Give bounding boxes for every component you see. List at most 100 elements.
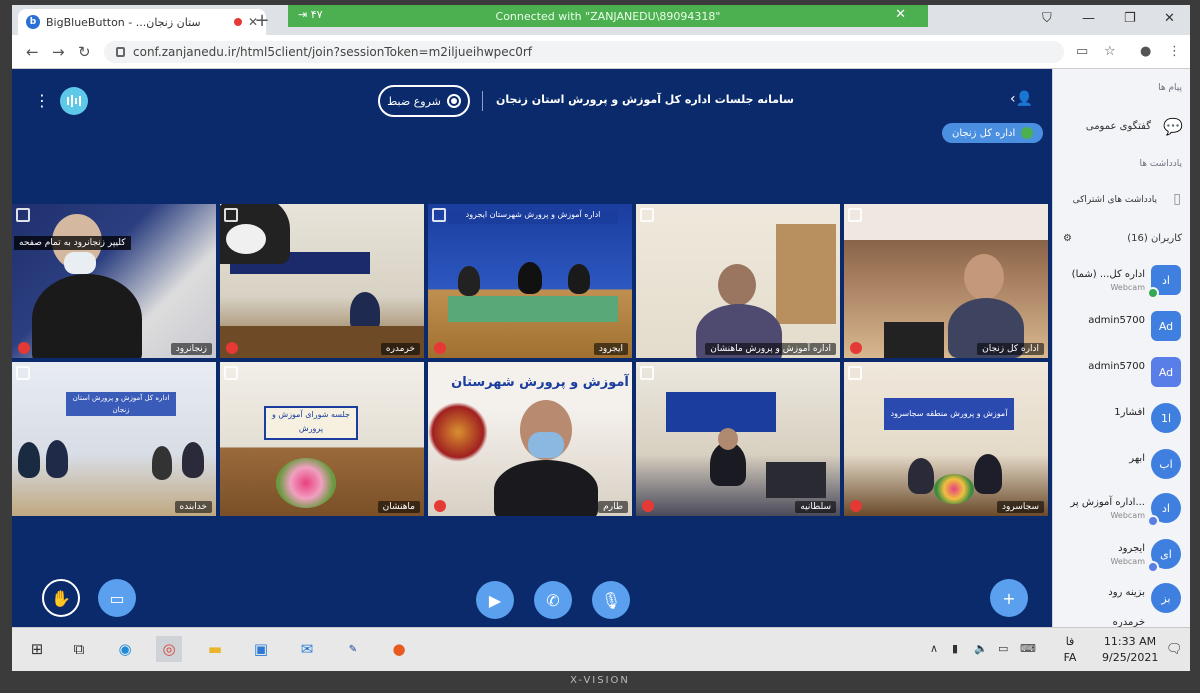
user-list-item[interactable]: اد اداره کل... (شما) Webcam <box>1057 261 1187 305</box>
shared-notes-item[interactable]: یادداشت های اشتراکی ▯ <box>1053 187 1190 213</box>
user-name: admin5700 <box>1088 315 1145 326</box>
hand-icon: ✋ <box>51 588 71 608</box>
restore-icon[interactable]: ❐ <box>1124 11 1136 26</box>
url-text: conf.zanjanedu.ir/html5client/join?sessi… <box>133 45 533 59</box>
start-recording-button[interactable]: شروع ضبط <box>378 85 470 117</box>
tile-name: زنجانرود <box>170 343 212 355</box>
store-icon[interactable]: ▣ <box>248 636 274 662</box>
profile-icon[interactable]: ● <box>1140 44 1151 59</box>
fullscreen-icon[interactable] <box>848 208 862 222</box>
presenter-name: اداره کل زنجان <box>952 127 1016 139</box>
fullscreen-icon[interactable] <box>224 366 238 380</box>
tile-name: اداره آموزش و پرورش ماهنشان <box>705 343 836 355</box>
user-list-item[interactable]: Ad admin5700 <box>1057 353 1187 397</box>
video-tile[interactable]: آموزش و پرورش منطقه سجاسرود سجاسرود <box>844 362 1048 516</box>
header-divider <box>482 91 483 111</box>
fullscreen-icon[interactable] <box>432 208 446 222</box>
task-view-icon[interactable]: ⧉ <box>66 636 92 662</box>
firefox-icon[interactable]: ● <box>386 636 412 662</box>
video-tile[interactable]: اداره کل آموزش و پرورش استان زنجان خدابن… <box>12 362 216 516</box>
user-avatar: ای <box>1147 539 1181 573</box>
video-tile[interactable]: سلطانیه <box>636 362 840 516</box>
raise-hand-button[interactable]: ✋ <box>42 579 80 617</box>
user-list-item[interactable]: ای ایجرود Webcam <box>1057 535 1187 579</box>
public-chat-item[interactable]: گفتگوی عمومی 💬 <box>1053 115 1190 141</box>
presenter-badge[interactable]: اداره کل زنجان <box>942 123 1044 143</box>
tile-banner: آموزش و پرورش شهرستان طارم <box>448 368 632 420</box>
mic-status-icon <box>1147 287 1159 299</box>
fullscreen-icon[interactable] <box>640 366 654 380</box>
edge-browser-icon[interactable]: ◉ <box>112 636 138 662</box>
toggle-userlist-icon[interactable]: ‹👤 <box>1010 91 1033 107</box>
connection-close-icon[interactable]: ✕ <box>895 7 906 22</box>
bookmark-star-icon[interactable]: ☆ <box>1104 44 1116 59</box>
profile-shield-icon[interactable]: ⛉ <box>1042 11 1052 26</box>
close-window-icon[interactable]: ✕ <box>1164 11 1175 26</box>
bbb-main: ⋮ شروع ضبط سامانه جلسات اداره کل آموزش و… <box>12 69 1052 627</box>
talking-indicator-icon[interactable] <box>60 87 88 115</box>
user-list-item[interactable]: Ad admin5700 <box>1057 307 1187 351</box>
fullscreen-icon[interactable] <box>848 366 862 380</box>
windows-start-icon[interactable]: ⊞ <box>24 636 50 662</box>
lock-icon <box>116 47 125 57</box>
microphone-button[interactable]: 🎙 <box>592 581 630 619</box>
user-list-item[interactable]: ا1 1افشار <box>1057 399 1187 443</box>
minimize-icon[interactable]: — <box>1082 11 1095 26</box>
keyboard-icon[interactable]: ⌨ <box>1020 642 1036 655</box>
video-tile[interactable]: اداره آموزش و پرورش شهرستان ایجرود ایجرو… <box>428 204 632 358</box>
webcam-status-icon <box>850 500 862 512</box>
webcam-status-icon <box>434 500 446 512</box>
fullscreen-icon[interactable] <box>224 208 238 222</box>
notifications-icon[interactable]: 🗨 <box>1166 642 1183 657</box>
user-list-item[interactable]: اد اداره آموزش پر... Webcam <box>1057 489 1187 533</box>
fullscreen-icon[interactable] <box>640 208 654 222</box>
video-tile[interactable]: خرمدره <box>220 204 424 358</box>
webcam-status-icon <box>434 342 446 354</box>
user-name: 1افشار <box>1114 407 1145 418</box>
user-name: اداره کل... (شما) <box>1071 269 1145 280</box>
fullscreen-tooltip: کلیپر زنجانرود به تمام صفحه <box>14 236 131 250</box>
mic-status-icon <box>1147 515 1159 527</box>
file-explorer-icon[interactable]: ▬ <box>202 636 228 662</box>
presentation-button[interactable]: ▭ <box>98 579 136 617</box>
mail-icon[interactable]: ✉ <box>294 636 320 662</box>
users-gear-icon[interactable]: ⚙ <box>1063 233 1072 244</box>
chat-bubble-icon: 💬 <box>1163 117 1183 136</box>
webcam-button[interactable]: ▶ <box>476 581 514 619</box>
user-avatar: اد <box>1147 265 1181 299</box>
menu-kebab-icon[interactable]: ⋮ <box>1168 44 1181 59</box>
url-input[interactable]: conf.zanjanedu.ir/html5client/join?sessi… <box>104 41 1064 63</box>
connection-pin[interactable]: ⇥ ۴۷ <box>298 8 323 21</box>
tile-name: ماهنشان <box>377 501 420 513</box>
forward-icon[interactable]: → <box>52 43 65 61</box>
fullscreen-icon[interactable] <box>16 366 30 380</box>
microphone-icon: 🎙 <box>600 590 622 610</box>
browser-tab[interactable]: b BigBlueButton - ...ستان زنجان ✕ <box>18 9 266 35</box>
actions-plus-button[interactable]: + <box>990 579 1028 617</box>
system-clock[interactable]: 11:33 AM 9/25/2021 <box>1102 634 1158 666</box>
options-kebab-icon[interactable]: ⋮ <box>34 91 50 110</box>
tile-name: خدابنده <box>174 501 212 513</box>
network-icon[interactable]: ▭ <box>998 642 1008 655</box>
tile-name: اداره کل زنجان <box>977 343 1044 355</box>
video-tile[interactable]: آموزش و پرورش شهرستان طارم طارم <box>428 362 632 516</box>
input-language[interactable]: فا FA <box>1052 634 1088 666</box>
video-tile[interactable]: اداره آموزش و پرورش ماهنشان <box>636 204 840 358</box>
user-list-item[interactable]: خرمدره <box>1057 617 1187 627</box>
camera-icon[interactable]: ▭ <box>1076 44 1088 59</box>
back-icon[interactable]: ← <box>26 43 39 61</box>
video-tile[interactable]: کلیپر زنجانرود به تمام صفحه زنجانرود <box>12 204 216 358</box>
video-tile[interactable]: اداره کل زنجان <box>844 204 1048 358</box>
new-tab-button[interactable]: + <box>250 10 274 31</box>
user-list-item[interactable]: اب ابهر <box>1057 445 1187 489</box>
user-avatar: ا1 <box>1151 403 1181 433</box>
video-tile[interactable]: جلسه شورای آموزش و پرورش ماهنشان <box>220 362 424 516</box>
fullscreen-icon[interactable] <box>16 208 30 222</box>
volume-icon[interactable]: 🔈 <box>974 642 988 655</box>
tray-chevron-icon[interactable]: ∧ <box>930 642 938 655</box>
tray-usb-icon[interactable]: ▮ <box>952 642 958 655</box>
chrome-browser-icon[interactable]: ◎ <box>156 636 182 662</box>
audio-phone-button[interactable]: ✆ <box>534 581 572 619</box>
reload-icon[interactable]: ↻ <box>78 43 91 61</box>
app-shortcut-icon[interactable]: ✎ <box>340 636 366 662</box>
